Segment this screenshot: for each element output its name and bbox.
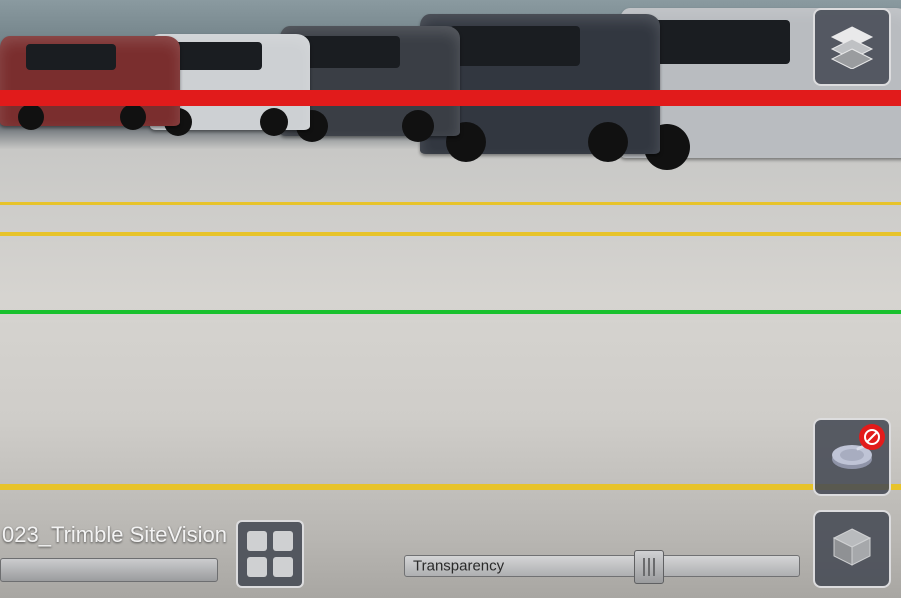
layers-icon <box>828 21 876 74</box>
slider-label: Transparency <box>413 558 504 575</box>
measure-puck-button[interactable] <box>813 418 891 496</box>
ar-line-green <box>0 310 901 314</box>
ar-line-yellow <box>0 202 901 205</box>
slider-thumb[interactable] <box>634 550 664 584</box>
apps-grid-button[interactable] <box>236 520 304 588</box>
layers-button[interactable] <box>813 8 891 86</box>
ar-line-red <box>0 90 901 106</box>
model-name-label: 023_Trimble SiteVision <box>0 522 227 548</box>
model-name-bar[interactable] <box>0 558 218 582</box>
view-3d-button[interactable] <box>813 510 891 588</box>
ar-viewport[interactable]: 023_Trimble SiteVision Transparency <box>0 0 901 598</box>
grid-icon <box>247 531 293 577</box>
slider-track[interactable]: Transparency <box>404 555 800 577</box>
cube-icon <box>830 525 874 574</box>
ar-line-yellow <box>0 484 901 490</box>
prohibit-icon <box>859 424 885 450</box>
ar-line-yellow <box>0 232 901 236</box>
transparency-slider[interactable]: Transparency <box>404 550 800 582</box>
scene-background <box>0 0 901 160</box>
